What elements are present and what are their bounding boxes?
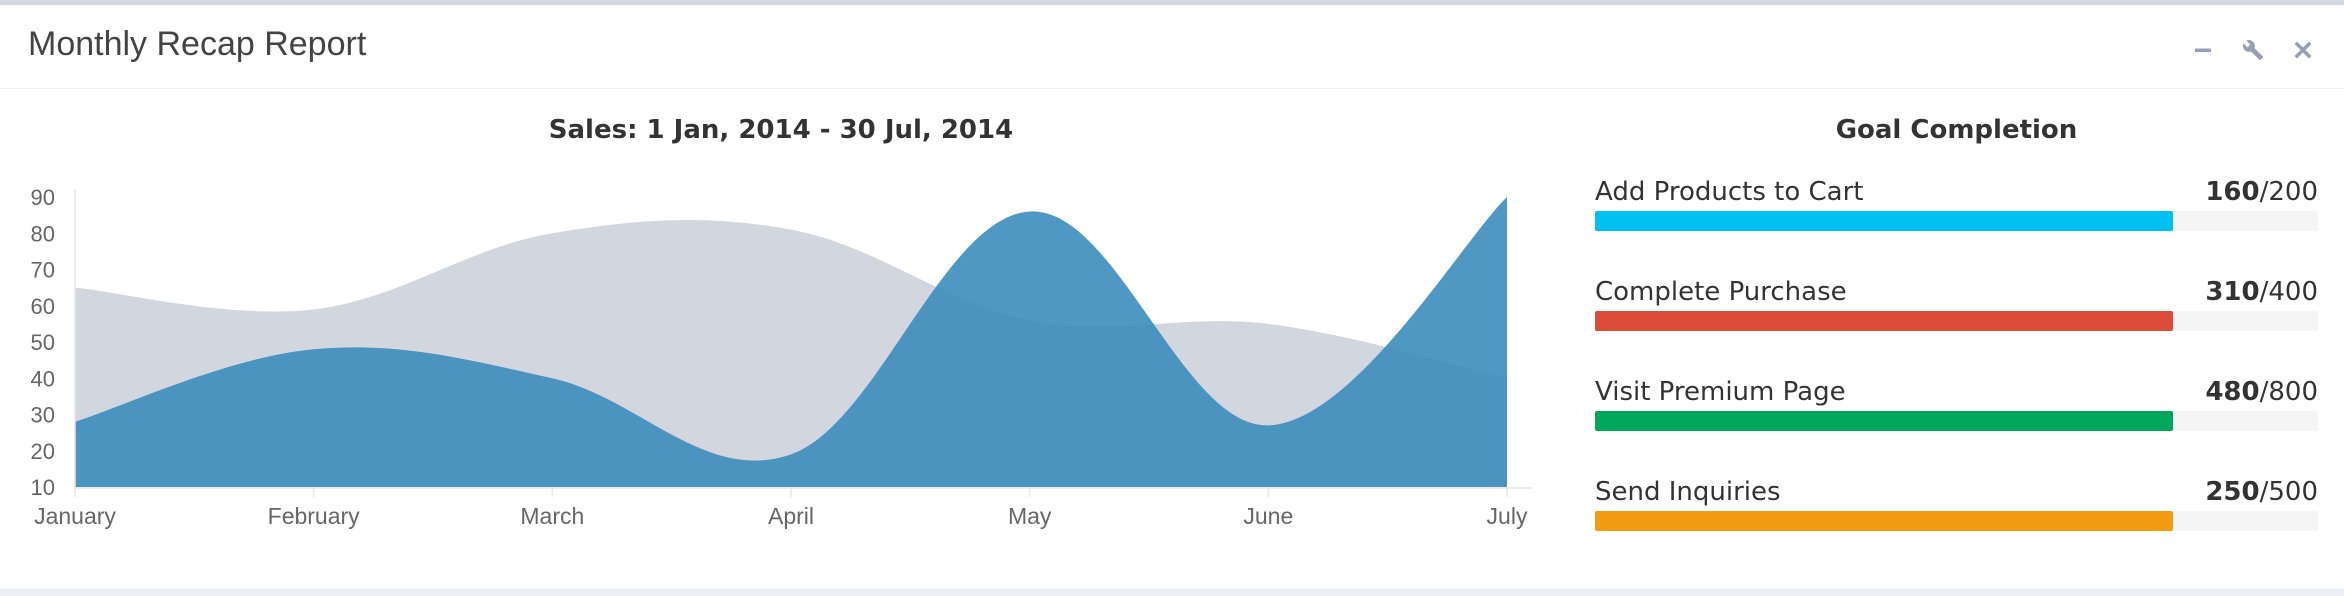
y-tick-label: 50 xyxy=(31,330,55,355)
progress-label: Send Inquiries xyxy=(1595,477,1781,507)
collapse-button[interactable] xyxy=(2186,33,2220,67)
x-tick-label: May xyxy=(1008,503,1052,529)
y-tick-label: 80 xyxy=(31,221,55,246)
progress-label: Add Products to Cart xyxy=(1595,177,1864,207)
minus-icon xyxy=(2195,48,2211,52)
goal-completion-title: Goal Completion xyxy=(1835,115,2078,145)
progress-total: /500 xyxy=(2259,477,2318,507)
progress-bar-fill xyxy=(1595,511,2174,531)
progress-value: 480 xyxy=(2205,377,2260,407)
progress-label: Visit Premium Page xyxy=(1595,377,1846,407)
progress-bar-fill xyxy=(1595,311,2174,331)
x-tick-label: February xyxy=(268,503,361,529)
progress-value: 160 xyxy=(2205,177,2260,207)
progress-number: 250/500 xyxy=(2205,477,2318,507)
y-tick-label: 10 xyxy=(31,475,55,500)
y-tick-label: 90 xyxy=(31,185,55,210)
progress-bar xyxy=(1595,211,2318,231)
settings-button[interactable] xyxy=(2236,33,2270,67)
monthly-recap-box: Monthly Recap Report Sales: 1 Jan, 2014 … xyxy=(0,0,2344,590)
progress-bar-fill xyxy=(1595,411,2174,431)
box-title: Monthly Recap Report xyxy=(28,25,367,63)
progress-total: /200 xyxy=(2259,177,2318,207)
progress-bar xyxy=(1595,411,2318,431)
x-tick-label: January xyxy=(34,503,116,529)
progress-number: 160/200 xyxy=(2205,177,2318,207)
progress-bar xyxy=(1595,311,2318,331)
progress-number: 310/400 xyxy=(2205,277,2318,307)
sales-area-chart: 10 20 30 40 50 60 70 80 90 January February March Ap… xyxy=(31,185,1532,529)
y-tick-label: 30 xyxy=(31,403,55,428)
y-tick-label: 40 xyxy=(31,366,55,391)
progress-number: 480/800 xyxy=(2205,377,2318,407)
progress-bar-fill xyxy=(1595,211,2174,231)
y-tick-label: 70 xyxy=(31,258,55,283)
progress-bar xyxy=(1595,511,2318,531)
x-tick-label: July xyxy=(1487,503,1528,529)
progress-group: Complete Purchase 310/400 xyxy=(1595,277,2318,337)
chart-title: Sales: 1 Jan, 2014 - 30 Jul, 2014 xyxy=(548,115,1014,145)
progress-total: /400 xyxy=(2259,277,2318,307)
remove-button[interactable] xyxy=(2286,33,2320,67)
progress-total: /800 xyxy=(2259,377,2318,407)
box-header: Monthly Recap Report xyxy=(0,5,2344,89)
box-tools xyxy=(2170,33,2320,67)
progress-value: 310 xyxy=(2205,277,2260,307)
wrench-icon xyxy=(2242,40,2264,61)
progress-group: Visit Premium Page 480/800 xyxy=(1595,377,2318,437)
close-icon xyxy=(2294,41,2312,59)
y-tick-label: 20 xyxy=(31,439,55,464)
y-tick-label: 60 xyxy=(31,294,55,319)
x-tick-label: March xyxy=(520,503,584,529)
progress-group: Add Products to Cart 160/200 xyxy=(1595,177,2318,237)
progress-value: 250 xyxy=(2205,477,2260,507)
x-tick-label: June xyxy=(1243,503,1293,529)
progress-group: Send Inquiries 250/500 xyxy=(1595,477,2318,537)
x-tick-label: April xyxy=(768,503,814,529)
progress-label: Complete Purchase xyxy=(1595,277,1847,307)
